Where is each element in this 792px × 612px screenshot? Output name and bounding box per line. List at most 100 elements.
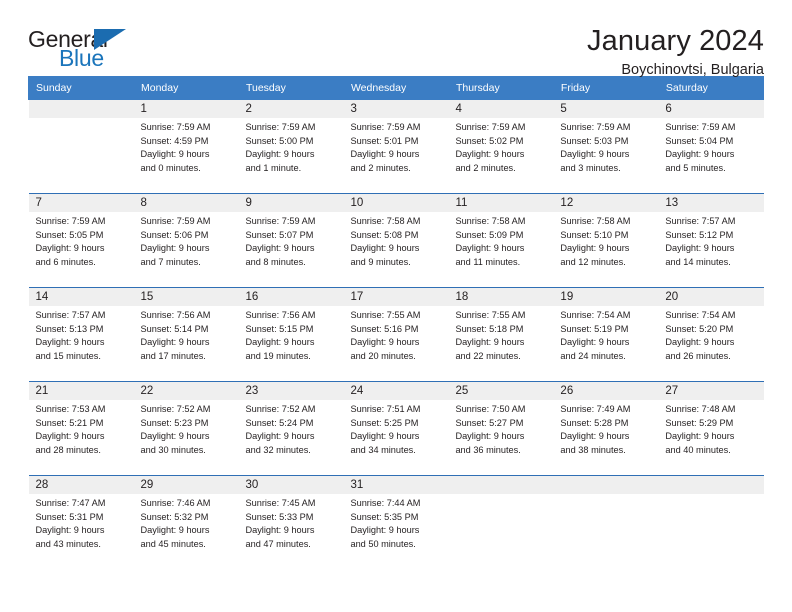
weekday-header-wednesday: Wednesday xyxy=(342,76,449,100)
day-cell: Sunrise: 7:58 AM Sunset: 5:10 PM Dayligh… xyxy=(553,212,659,288)
daylight-text-line2: and 15 minutes. xyxy=(35,350,101,361)
sunrise-text: Sunrise: 7:52 AM xyxy=(245,404,316,414)
week-row-daynumbers: 14 15 16 17 18 19 20 xyxy=(28,287,764,306)
daylight-text-line1: Daylight: 9 hours xyxy=(350,337,420,348)
day-cell: Sunrise: 7:51 AM Sunset: 5:25 PM Dayligh… xyxy=(343,400,449,476)
sunset-text: Sunset: 5:32 PM xyxy=(140,511,209,522)
daylight-text-line2: and 32 minutes. xyxy=(245,444,311,455)
day-cell: Sunrise: 7:55 AM Sunset: 5:16 PM Dayligh… xyxy=(343,306,449,382)
sunset-text: Sunset: 5:07 PM xyxy=(245,229,314,240)
sunrise-text: Sunrise: 7:59 AM xyxy=(140,216,211,226)
sunset-text: Sunset: 5:06 PM xyxy=(140,229,209,240)
sunset-text: Sunset: 5:12 PM xyxy=(665,229,734,240)
day-cell: Sunrise: 7:59 AM Sunset: 5:06 PM Dayligh… xyxy=(133,212,239,288)
day-number: 21 xyxy=(28,381,134,400)
day-number: 16 xyxy=(238,287,344,306)
daylight-text-line2: and 36 minutes. xyxy=(455,444,521,455)
calendar-header-row: Sunday Monday Tuesday Wednesday Thursday… xyxy=(28,76,765,100)
daylight-text-line1: Daylight: 9 hours xyxy=(665,431,735,442)
sunset-text: Sunset: 5:35 PM xyxy=(350,511,419,522)
daylight-text-line2: and 20 minutes. xyxy=(350,350,416,361)
sunrise-text: Sunrise: 7:48 AM xyxy=(665,404,736,414)
sunrise-text: Sunrise: 7:59 AM xyxy=(140,122,211,132)
sunset-text: Sunset: 5:10 PM xyxy=(560,229,629,240)
daylight-text-line1: Daylight: 9 hours xyxy=(455,149,525,160)
sunset-text: Sunset: 5:20 PM xyxy=(665,323,734,334)
day-cell: Sunrise: 7:53 AM Sunset: 5:21 PM Dayligh… xyxy=(28,400,134,476)
day-cell: Sunrise: 7:47 AM Sunset: 5:31 PM Dayligh… xyxy=(28,494,134,569)
sunrise-text: Sunrise: 7:58 AM xyxy=(350,216,421,226)
day-cell: Sunrise: 7:59 AM Sunset: 5:04 PM Dayligh… xyxy=(658,118,764,194)
day-cell: Sunrise: 7:48 AM Sunset: 5:29 PM Dayligh… xyxy=(658,400,764,476)
day-number: 20 xyxy=(658,287,764,306)
calendar-page: General Blue January 2024 Boychinovtsi, … xyxy=(0,0,792,612)
day-number: 30 xyxy=(238,475,344,494)
daylight-text-line1: Daylight: 9 hours xyxy=(560,337,630,348)
daylight-text-line1: Daylight: 9 hours xyxy=(245,243,315,254)
daylight-text-line2: and 3 minutes. xyxy=(560,162,621,173)
week-row-daynumbers: 7 8 9 10 11 12 13 xyxy=(28,193,764,212)
daylight-text-line2: and 11 minutes. xyxy=(455,256,521,267)
day-number: 25 xyxy=(448,381,554,400)
sunrise-text: Sunrise: 7:56 AM xyxy=(245,310,316,320)
sunrise-text: Sunrise: 7:51 AM xyxy=(350,404,421,414)
sunset-text: Sunset: 5:29 PM xyxy=(665,417,734,428)
day-cell: Sunrise: 7:59 AM Sunset: 5:05 PM Dayligh… xyxy=(28,212,134,288)
daylight-text-line2: and 47 minutes. xyxy=(245,538,311,549)
sunrise-text: Sunrise: 7:59 AM xyxy=(245,122,316,132)
day-number: 28 xyxy=(28,475,134,494)
day-cell: Sunrise: 7:44 AM Sunset: 5:35 PM Dayligh… xyxy=(343,494,449,569)
sunrise-text: Sunrise: 7:58 AM xyxy=(455,216,526,226)
day-number: 4 xyxy=(448,99,554,118)
daylight-text-line1: Daylight: 9 hours xyxy=(665,337,735,348)
day-cell: Sunrise: 7:54 AM Sunset: 5:19 PM Dayligh… xyxy=(553,306,659,382)
day-number: 15 xyxy=(133,287,239,306)
sunrise-text: Sunrise: 7:47 AM xyxy=(35,498,106,508)
day-number: 23 xyxy=(238,381,344,400)
day-number: 7 xyxy=(28,193,134,212)
week-row-details: Sunrise: 7:59 AM Sunset: 5:05 PM Dayligh… xyxy=(28,212,764,288)
daylight-text-line2: and 17 minutes. xyxy=(140,350,206,361)
week-row-details: Sunrise: 7:47 AM Sunset: 5:31 PM Dayligh… xyxy=(28,494,764,569)
calendar-body: 1 2 3 4 5 6 Sunrise: 7:59 AM Sunset: 4:5… xyxy=(28,99,764,569)
sunset-text: Sunset: 5:02 PM xyxy=(455,135,524,146)
page-title: January 2024 xyxy=(587,25,764,57)
daylight-text-line1: Daylight: 9 hours xyxy=(140,525,210,536)
week-row-daynumbers: 1 2 3 4 5 6 xyxy=(28,99,764,118)
day-cell: Sunrise: 7:49 AM Sunset: 5:28 PM Dayligh… xyxy=(553,400,659,476)
day-cell: Sunrise: 7:50 AM Sunset: 5:27 PM Dayligh… xyxy=(448,400,554,476)
sunset-text: Sunset: 5:28 PM xyxy=(560,417,629,428)
sunset-text: Sunset: 5:04 PM xyxy=(665,135,734,146)
daylight-text-line1: Daylight: 9 hours xyxy=(350,525,420,536)
sunset-text: Sunset: 5:01 PM xyxy=(350,135,419,146)
daylight-text-line1: Daylight: 9 hours xyxy=(665,149,735,160)
weekday-header-saturday: Saturday xyxy=(657,76,765,100)
day-cell: Sunrise: 7:57 AM Sunset: 5:12 PM Dayligh… xyxy=(658,212,764,288)
day-number: 6 xyxy=(658,99,764,118)
week-row-daynumbers: 21 22 23 24 25 26 27 xyxy=(28,381,764,400)
daylight-text-line1: Daylight: 9 hours xyxy=(35,243,105,254)
day-number: 8 xyxy=(133,193,239,212)
sunset-text: Sunset: 5:19 PM xyxy=(560,323,629,334)
daylight-text-line1: Daylight: 9 hours xyxy=(455,337,525,348)
daylight-text-line2: and 0 minutes. xyxy=(140,162,201,173)
daylight-text-line1: Daylight: 9 hours xyxy=(245,149,315,160)
sunset-text: Sunset: 5:03 PM xyxy=(560,135,629,146)
day-number: 26 xyxy=(553,381,659,400)
daylight-text-line1: Daylight: 9 hours xyxy=(560,431,630,442)
weekday-header-tuesday: Tuesday xyxy=(237,76,344,100)
sunrise-text: Sunrise: 7:50 AM xyxy=(455,404,526,414)
day-number: 17 xyxy=(343,287,449,306)
weekday-header-monday: Monday xyxy=(132,76,239,100)
daylight-text-line1: Daylight: 9 hours xyxy=(455,431,525,442)
daylight-text-line1: Daylight: 9 hours xyxy=(35,337,105,348)
daylight-text-line2: and 28 minutes. xyxy=(35,444,101,455)
week-row-daynumbers: 28 29 30 31 xyxy=(28,475,764,494)
sunrise-text: Sunrise: 7:54 AM xyxy=(665,310,736,320)
sunset-text: Sunset: 5:09 PM xyxy=(455,229,524,240)
day-cell: Sunrise: 7:57 AM Sunset: 5:13 PM Dayligh… xyxy=(28,306,134,382)
day-cell: Sunrise: 7:59 AM Sunset: 5:07 PM Dayligh… xyxy=(238,212,344,288)
daylight-text-line1: Daylight: 9 hours xyxy=(35,431,105,442)
daylight-text-line1: Daylight: 9 hours xyxy=(350,149,420,160)
logo-word-blue: Blue xyxy=(59,45,104,71)
